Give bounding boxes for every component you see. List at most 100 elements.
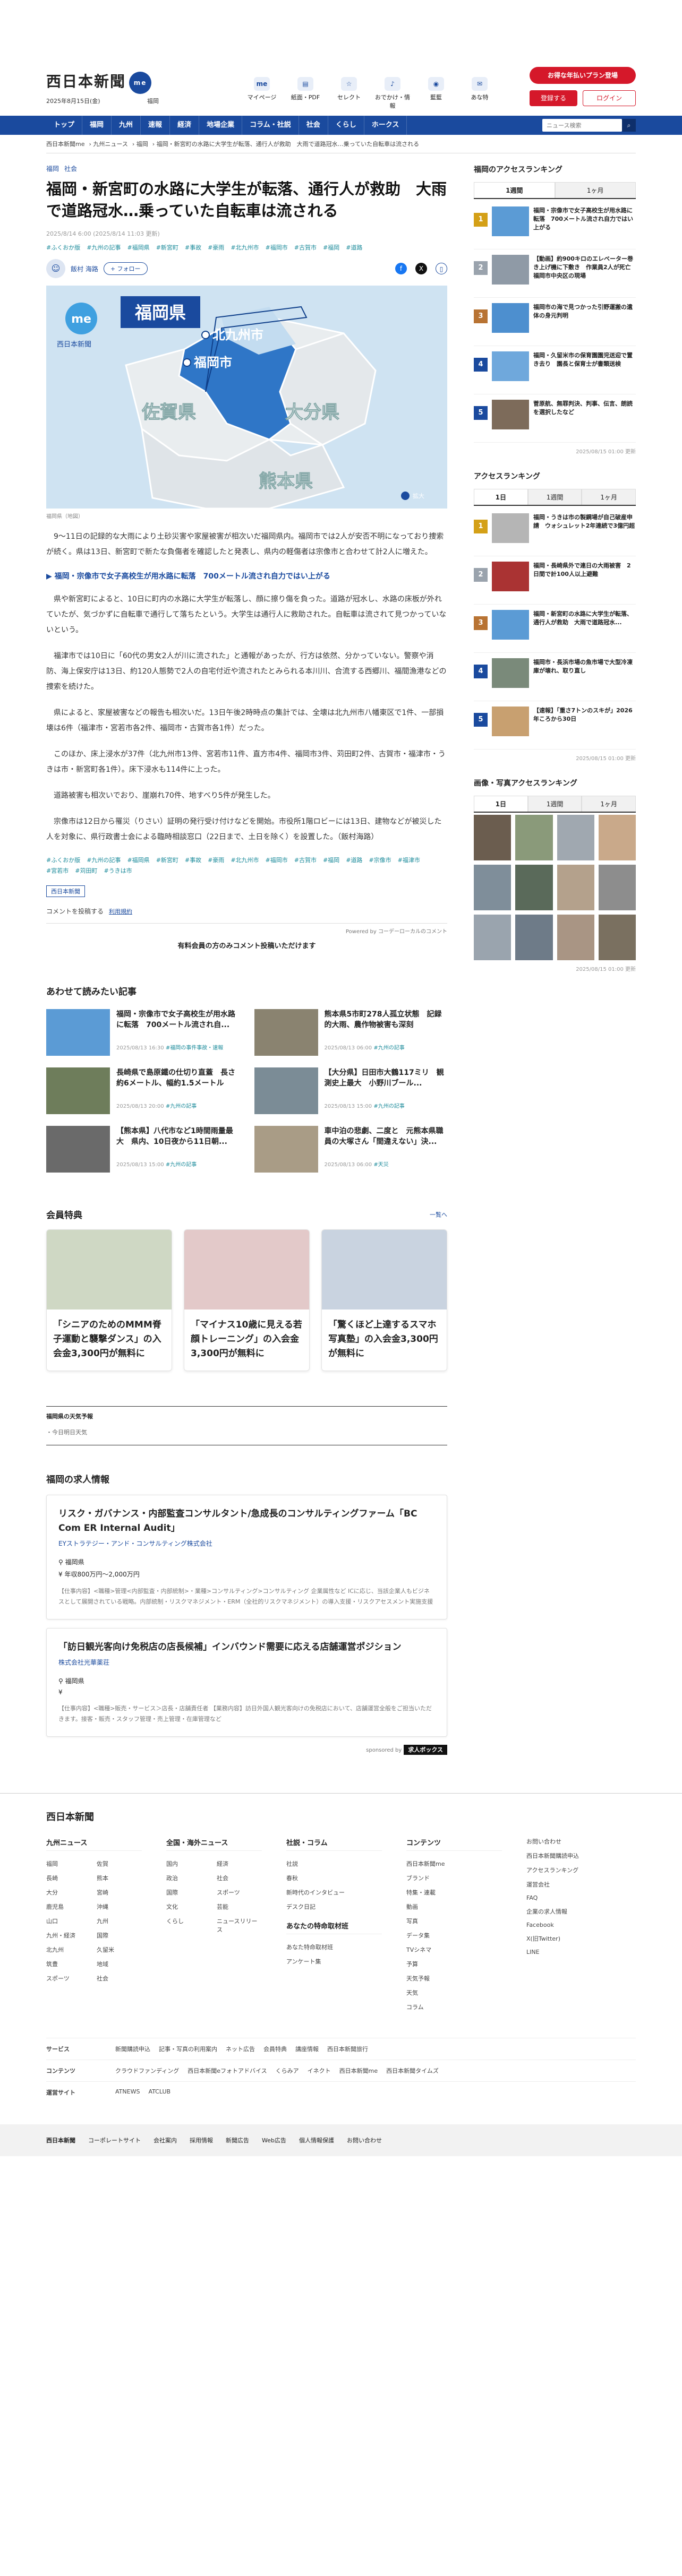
tab-month[interactable]: 1ヶ月: [582, 796, 636, 812]
special-link[interactable]: ✉ あな特: [461, 77, 499, 110]
footer-link[interactable]: 国際: [97, 1931, 142, 1940]
footer-link[interactable]: 特集・連載: [406, 1888, 502, 1897]
ranking-item[interactable]: 5 菅原航、無罪判決、判事、伝言、朗読を選択したなど: [474, 394, 636, 443]
footer-link[interactable]: 国際: [166, 1888, 211, 1897]
tag-link[interactable]: #ふくおか版: [46, 856, 80, 864]
tag-link[interactable]: #豪雨: [208, 243, 224, 252]
photo-thumb[interactable]: [598, 915, 636, 960]
mypage-link[interactable]: me マイページ: [243, 77, 281, 110]
footer-link[interactable]: 福岡: [46, 1859, 91, 1868]
register-button[interactable]: 登録する: [530, 90, 577, 106]
footer-link[interactable]: スポーツ: [217, 1888, 262, 1897]
footer-link[interactable]: 鹿児島: [46, 1902, 91, 1911]
footer-link[interactable]: 熊本: [97, 1874, 142, 1882]
related-card[interactable]: 車中泊の悲劇、二度と 元熊本県職員の大塚さん「間違えない」決... 2025/08…: [254, 1126, 448, 1173]
footer-link[interactable]: 予算: [406, 1960, 502, 1968]
select-link[interactable]: ☆ セレクト: [330, 77, 368, 110]
footer-link[interactable]: 社会: [97, 1974, 142, 1983]
tab-day[interactable]: 1日: [474, 796, 528, 812]
footer-link[interactable]: クラウドファンディング: [115, 2066, 179, 2075]
related-tag[interactable]: #九州の記事: [166, 1162, 197, 1168]
tag-link[interactable]: #豪雨: [208, 856, 224, 864]
footer-link[interactable]: 筑豊: [46, 1960, 91, 1968]
footer-link[interactable]: 国内: [166, 1859, 211, 1868]
related-card[interactable]: 長崎県で島原鐵の仕切り直蓋 長さ約6メートル、幅約1.5メートル 2025/08/…: [46, 1067, 240, 1114]
obituary-link[interactable]: ◉ 藍藍: [417, 77, 455, 110]
related-tag[interactable]: #九州の記事: [373, 1045, 404, 1051]
related-tag[interactable]: #福岡の事件事故・速報: [166, 1045, 223, 1051]
site-logo[interactable]: 西日本新聞 me: [46, 70, 152, 94]
ranking-item[interactable]: 3 福岡市の海で見つかった引野運搬の遺体の身元判明: [474, 298, 636, 346]
outing-link[interactable]: ♪ おでかけ・情報: [373, 77, 412, 110]
tag-link[interactable]: #うきは市: [104, 866, 132, 875]
footer-link[interactable]: ネット広告: [226, 2045, 255, 2053]
tag-link[interactable]: #古賀市: [294, 856, 317, 864]
footer-link[interactable]: アンケート集: [286, 1957, 382, 1966]
terms-link[interactable]: 利用規約: [109, 908, 132, 915]
photo-thumb[interactable]: [557, 865, 594, 910]
tag-link[interactable]: #道路: [346, 856, 362, 864]
article-map-image[interactable]: 福岡県 北九州市 福岡市 佐賀県 大分県 熊本県 me 西日本新聞 拡大: [46, 286, 447, 509]
tab-month[interactable]: 1ヶ月: [555, 182, 636, 198]
ranking-item[interactable]: 1 福岡・うきは市の製鋼場が自己破産申請 ウォシュレット2年連続で3億円超: [474, 508, 636, 556]
nav-item-life[interactable]: くらし: [328, 116, 364, 135]
footer-link[interactable]: 個人情報保護: [299, 2136, 334, 2144]
tag-link[interactable]: #宮若市: [46, 866, 69, 875]
footer-link[interactable]: 天気: [406, 1988, 502, 1997]
category-link[interactable]: 社会: [64, 165, 77, 173]
job-card[interactable]: 「訪日観光客向け免税店の店長候補」インバウンド需要に応える店舗運営ポジション 株式…: [46, 1628, 447, 1737]
nav-item-kyushu[interactable]: 九州: [112, 116, 141, 135]
footer-link[interactable]: お問い合わせ: [526, 1837, 622, 1846]
related-card[interactable]: 【熊本県】八代市など1時間雨量最大 県内、10日夜から11日朝... 2025/0…: [46, 1126, 240, 1173]
tag-link[interactable]: #福岡県: [127, 856, 149, 864]
facebook-link[interactable]: Facebook: [526, 1922, 622, 1928]
photo-thumb[interactable]: [557, 815, 594, 860]
breadcrumb-home[interactable]: 西日本新聞me: [46, 141, 84, 148]
footer-link[interactable]: 西日本新聞タイムズ: [386, 2066, 439, 2075]
footer-link[interactable]: 九州: [97, 1917, 142, 1925]
footer-link[interactable]: お問い合わせ: [347, 2136, 382, 2144]
tag-link[interactable]: #福津市: [398, 856, 420, 864]
footer-link[interactable]: 経済: [217, 1859, 262, 1868]
tag-link[interactable]: #事故: [185, 243, 201, 252]
related-card[interactable]: 熊本県5市町278人孤立状態 記録的大雨、農作物被害も深刻 2025/08/13 …: [254, 1009, 448, 1056]
related-tag[interactable]: #九州の記事: [166, 1104, 197, 1109]
photo-thumb[interactable]: [515, 815, 553, 860]
photo-thumb[interactable]: [598, 815, 636, 860]
footer-link[interactable]: ATNEWS: [115, 2088, 140, 2097]
tag-link[interactable]: #事故: [185, 856, 201, 864]
paper-pdf-link[interactable]: ▤ 紙面・PDF: [286, 77, 325, 110]
zoom-label[interactable]: 拡大: [413, 492, 424, 499]
footer-link[interactable]: 天気予報: [406, 1974, 502, 1983]
job-card[interactable]: リスク・ガバナンス・内部監査コンサルタント/急成長のコンサルティングファーム「B…: [46, 1495, 447, 1619]
tag-link[interactable]: #古賀市: [294, 243, 317, 252]
footer-link[interactable]: 新聞購読申込: [115, 2045, 150, 2053]
tag-link[interactable]: #九州の記事: [87, 856, 121, 864]
footer-link[interactable]: FAQ: [526, 1894, 622, 1901]
facebook-icon[interactable]: f: [395, 263, 407, 274]
ranking-item[interactable]: 3 福岡・新宮町の水路に大学生が転落、通行人が救助 大雨で道路冠水...: [474, 605, 636, 653]
tab-week[interactable]: 1週間: [527, 796, 582, 812]
footer-link[interactable]: 山口: [46, 1917, 91, 1925]
footer-link[interactable]: 佐賀: [97, 1859, 142, 1868]
ranking-item[interactable]: 2 【動画】約900キロのエレベーター巻き上げ機に下敷き 作業員2人が死亡 福岡市…: [474, 249, 636, 298]
ranking-item[interactable]: 4 福岡市・長浜市場の魚市場で大型冷凍庫が壊れ、取り直し: [474, 653, 636, 701]
footer-link[interactable]: コラム: [406, 2003, 502, 2011]
footer-link[interactable]: 北九州: [46, 1945, 91, 1954]
footer-link[interactable]: 長崎: [46, 1874, 91, 1882]
footer-link[interactable]: 企業の求人情報: [526, 1907, 622, 1916]
tag-link[interactable]: #宗像市: [369, 856, 391, 864]
tag-link[interactable]: #福岡県: [127, 243, 149, 252]
tag-link[interactable]: #北九州市: [231, 856, 259, 864]
footer-link[interactable]: デスク日記: [286, 1902, 382, 1911]
footer-link[interactable]: 会員特典: [263, 2045, 287, 2053]
related-tag[interactable]: #天災: [373, 1162, 388, 1168]
tag-link[interactable]: #福岡市: [266, 856, 288, 864]
footer-link[interactable]: 地域: [97, 1960, 142, 1968]
tag-link[interactable]: #苅田町: [75, 866, 97, 875]
footer-link[interactable]: 宮崎: [97, 1888, 142, 1897]
related-tag[interactable]: #九州の記事: [373, 1104, 404, 1109]
footer-link[interactable]: 西日本新聞me: [339, 2066, 378, 2075]
nav-item-hawks[interactable]: ホークス: [364, 116, 407, 135]
footer-link[interactable]: 採用情報: [190, 2136, 213, 2144]
